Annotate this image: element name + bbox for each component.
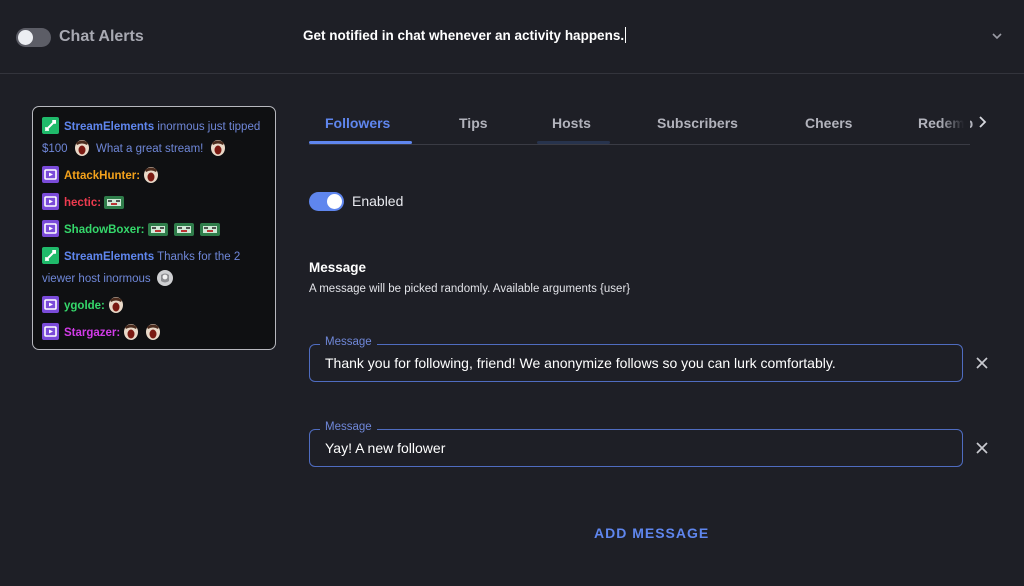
chat-line: ygolde: bbox=[42, 295, 267, 322]
chat-line: Stargazer: bbox=[42, 322, 267, 349]
remove-message-icon[interactable] bbox=[974, 355, 990, 371]
message-field[interactable]: Message Yay! A new follower bbox=[309, 421, 963, 467]
enabled-label: Enabled bbox=[352, 193, 404, 209]
message-field-label: Message bbox=[320, 336, 377, 348]
chat-username: ShadowBoxer: bbox=[64, 224, 145, 236]
chat-username: StreamElements bbox=[64, 121, 155, 133]
screaming-face-emote-icon bbox=[209, 139, 227, 165]
description-text: Get notified in chat whenever an activit… bbox=[303, 28, 625, 43]
chat-message: Thanks for the 2 bbox=[154, 251, 241, 263]
chat-message: inormous just tipped bbox=[154, 121, 261, 133]
twitch-badge-icon bbox=[42, 323, 59, 340]
remove-message-icon[interactable] bbox=[974, 440, 990, 456]
tab-subscribers[interactable]: Subscribers bbox=[657, 115, 738, 131]
streamelements-badge-icon bbox=[42, 117, 59, 134]
tab-hosts[interactable]: Hosts bbox=[552, 115, 591, 131]
chat-alerts-toggle[interactable] bbox=[16, 28, 51, 47]
screaming-face-emote-icon bbox=[142, 166, 160, 192]
alert-type-tabs: Followers Tips Hosts Subscribers Cheers … bbox=[309, 104, 973, 145]
chat-preview: StreamElements inormous just tipped $100… bbox=[32, 106, 276, 350]
toggle-knob bbox=[327, 194, 342, 209]
chevron-right-icon[interactable] bbox=[975, 114, 989, 130]
robot-emote-icon bbox=[198, 220, 221, 246]
twitch-badge-icon bbox=[42, 220, 59, 237]
enabled-toggle[interactable] bbox=[309, 192, 344, 211]
message-field-value[interactable]: Yay! A new follower bbox=[325, 440, 445, 456]
screaming-face-emote-icon bbox=[122, 323, 140, 349]
chat-alerts-title: Chat Alerts bbox=[59, 28, 144, 45]
streamelements-badge-icon bbox=[42, 247, 59, 264]
text-cursor bbox=[625, 27, 627, 43]
chevron-down-icon[interactable] bbox=[990, 29, 1004, 43]
screaming-face-emote-icon bbox=[73, 139, 91, 165]
tab-cheers[interactable]: Cheers bbox=[805, 115, 852, 131]
twitch-badge-icon bbox=[42, 193, 59, 210]
message-field[interactable]: Message Thank you for following, friend!… bbox=[309, 336, 963, 382]
hover-tab-indicator bbox=[537, 141, 610, 144]
chat-message: What a great stream! bbox=[92, 143, 207, 155]
gray-face-emote-icon bbox=[156, 269, 174, 295]
chat-line: viewer host inormous bbox=[42, 268, 267, 295]
chat-line: ShadowBoxer: bbox=[42, 219, 267, 246]
tab-tips[interactable]: Tips bbox=[459, 115, 488, 131]
screaming-face-emote-icon bbox=[107, 296, 125, 322]
message-section-help: A message will be picked randomly. Avail… bbox=[309, 283, 631, 295]
chat-line: $100 What a great stream! bbox=[42, 138, 267, 165]
chat-alerts-description: Get notified in chat whenever an activit… bbox=[303, 27, 627, 43]
message-field-value[interactable]: Thank you for following, friend! We anon… bbox=[325, 355, 836, 371]
chat-message: $100 bbox=[42, 143, 71, 155]
chat-alerts-header[interactable]: Chat Alerts Get notified in chat wheneve… bbox=[0, 0, 1024, 74]
chat-username: hectic: bbox=[64, 197, 102, 209]
chat-username: AttackHunter: bbox=[64, 170, 141, 182]
message-field-label: Message bbox=[320, 421, 377, 433]
chat-username: ygolde: bbox=[64, 300, 105, 312]
twitch-badge-icon bbox=[42, 296, 59, 313]
robot-emote-icon bbox=[146, 220, 169, 246]
chat-line: StreamElements Thanks for the 2 bbox=[42, 246, 267, 268]
chat-line: StreamElements inormous just tipped bbox=[42, 116, 267, 138]
screaming-face-emote-icon bbox=[144, 323, 162, 349]
chat-username: StreamElements bbox=[64, 251, 155, 263]
chat-line: AttackHunter: bbox=[42, 165, 267, 192]
add-message-button[interactable]: ADD MESSAGE bbox=[594, 525, 709, 541]
chat-message: viewer host inormous bbox=[42, 273, 154, 285]
robot-emote-icon bbox=[172, 220, 195, 246]
toggle-knob bbox=[18, 30, 33, 45]
robot-emote-icon bbox=[103, 193, 125, 219]
chat-line: hectic: bbox=[42, 192, 267, 219]
tab-scroll-fade bbox=[940, 104, 970, 144]
chat-username: Stargazer: bbox=[64, 327, 121, 339]
twitch-badge-icon bbox=[42, 166, 59, 183]
tab-followers[interactable]: Followers bbox=[325, 115, 390, 131]
active-tab-indicator bbox=[309, 141, 412, 144]
message-section-title: Message bbox=[309, 260, 367, 275]
